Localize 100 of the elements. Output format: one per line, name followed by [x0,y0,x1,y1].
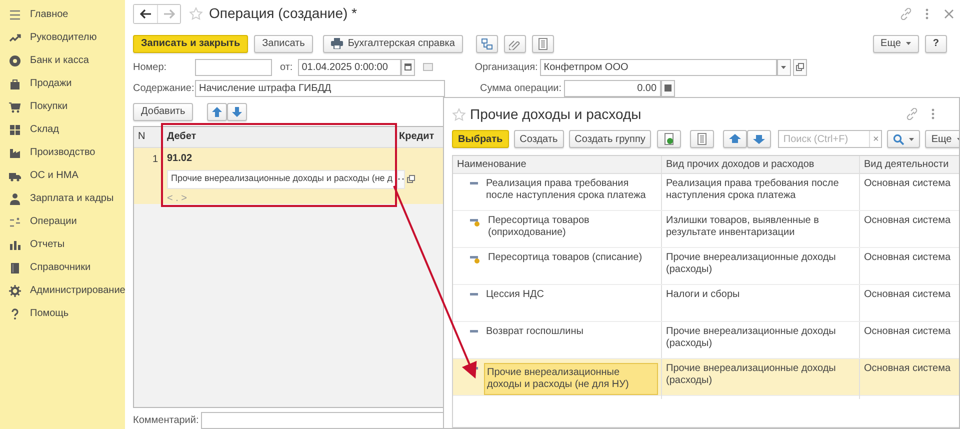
link-icon[interactable] [900,8,912,20]
coin-icon [9,54,21,66]
add-button[interactable]: Добавить [133,102,194,121]
more-icon[interactable] [931,108,935,120]
search-icon [893,134,904,144]
move-up-button[interactable] [723,130,748,148]
sidebar-item[interactable]: Склад [0,118,125,141]
move-up-button[interactable] [207,102,228,121]
refresh-button[interactable] [657,130,682,148]
star-icon[interactable] [189,7,203,20]
sidebar-item[interactable]: Банк и касса [0,49,125,72]
more-button[interactable]: Еще [872,34,919,53]
open-icon [796,63,804,72]
table-cell: Прочие внереализационные доходы (расходы) [661,248,859,284]
field-label: Комментарий: [133,414,200,428]
table-cell: Налоги и сборы [661,285,859,321]
calendar-button[interactable] [400,58,415,76]
table-row[interactable]: Реализация права требования после наступления срока платежа Реализация права требования после наступления срока платежа Основная система [453,174,959,211]
dash-dot-icon [470,255,480,264]
subconto-field[interactable]: Прочие внереализационные доходы и расходы (не д [167,170,397,189]
paperclip-icon [508,38,521,50]
move-down-button[interactable] [227,102,248,121]
column-header: Дебет [166,130,198,144]
field-label: Организация: [474,60,539,75]
sidebar-item[interactable]: Помощь [0,302,125,325]
search-button[interactable] [887,130,920,148]
toolbar-button[interactable]: Создать группу [568,130,652,148]
sidebar-item[interactable]: Производство [0,141,125,164]
table-cell-text: Пересортица товаров (списание) [488,252,644,265]
more-icon[interactable] [925,8,929,20]
down-arrow-icon [232,106,242,117]
trend-icon [9,32,21,44]
open-button[interactable] [792,58,807,76]
dropdown-button[interactable] [776,58,791,76]
right-arrow-icon [163,8,175,19]
field-label: Сумма операции: [480,82,563,96]
link-icon[interactable] [906,108,918,120]
up-arrow-icon [212,106,222,117]
calculator-button[interactable] [660,80,675,97]
sidebar-item[interactable]: Руководителю [0,26,125,49]
operations-icon [9,216,21,228]
sidebar-item[interactable]: Отчеты [0,233,125,256]
structure-icon [480,38,493,50]
column-header: Наименование [453,156,661,174]
table-cell: Прочие внереализационные доходы (расходы) [661,322,859,358]
open-icon [406,175,415,184]
date-field[interactable]: 01.04.2025 0:00:00 [298,58,401,76]
toolbar-button[interactable]: Записать [254,34,313,53]
sidebar-item[interactable]: Администрирование [0,279,125,302]
toolbar-icon-button[interactable] [476,34,498,53]
table-cell: Основная система [859,248,959,284]
toolbar-icon-button[interactable] [504,34,526,53]
grid-icon [9,124,21,136]
move-down-button[interactable] [747,130,772,148]
help-button[interactable]: ? [924,34,947,53]
save-and-close-button[interactable]: Записать и закрыть [133,34,248,53]
table-cell: Излишки товаров, выявленные в результате инвентаризации [661,211,859,247]
table-row[interactable]: Пересортица товаров (оприходование) Излишки товаров, выявленные в результате инвентаризации Основная система [453,211,959,248]
close-icon[interactable] [944,8,954,19]
column-header: Вид деятельности [859,156,959,174]
more-button[interactable]: Еще [925,130,959,148]
table-cell-text: Возврат госпошлины [486,326,584,339]
sidebar-item[interactable]: Продажи [0,72,125,95]
column-header: N [137,130,146,144]
empty-value-text: < . > [167,192,188,206]
menu-icon [9,8,21,20]
table-cell: Основная система [859,211,959,247]
sidebar-item[interactable]: Покупки [0,95,125,118]
star-icon[interactable] [452,108,466,120]
toolbar-button[interactable]: Создать [514,130,564,148]
sidebar-item[interactable]: Справочники [0,256,125,279]
table-row[interactable]: Пересортица товаров (списание) Прочие внереализационные доходы (расходы) Основная система [453,248,959,285]
caret-icon [781,66,786,69]
sidebar-item[interactable]: Операции [0,210,125,233]
organization-field[interactable]: Конфетпром ООО [540,58,777,76]
clear-button[interactable]: × [869,131,882,147]
window-title: Операция (создание) * [209,4,357,24]
column-header: Кредит [398,130,434,144]
sidebar-item[interactable]: Зарплата и кадры [0,187,125,210]
number-field[interactable] [195,58,272,76]
toolbar-button[interactable]: Бухгалтерская справка [322,34,463,53]
sidebar-item[interactable]: Главное [0,3,125,26]
question-icon [9,308,21,320]
sidebar-item[interactable]: ОС и НМА [0,164,125,187]
dash-dot-icon [470,218,480,227]
toolbar-icon-button[interactable] [532,34,554,53]
content-field[interactable]: Начисление штрафа ГИБДД [195,80,445,97]
select-button[interactable]: Выбрать [452,130,509,148]
printer-icon [330,38,343,50]
person-icon [9,192,21,204]
table-cell: Прочие внереализационные доходы и расходы (не для НУ) [484,363,658,395]
search-field[interactable]: Поиск (Ctrl+F) × [778,130,882,148]
field-label: от: [280,60,293,75]
table-row[interactable]: Цессия НДС Налоги и сборы Основная система [453,285,959,322]
document-icon [536,38,549,50]
list-button[interactable] [690,130,714,148]
amount-field[interactable]: 0.00 [564,80,661,97]
field-label: Номер: [133,60,168,75]
document-icon [663,133,676,145]
left-arrow-icon [140,8,152,19]
